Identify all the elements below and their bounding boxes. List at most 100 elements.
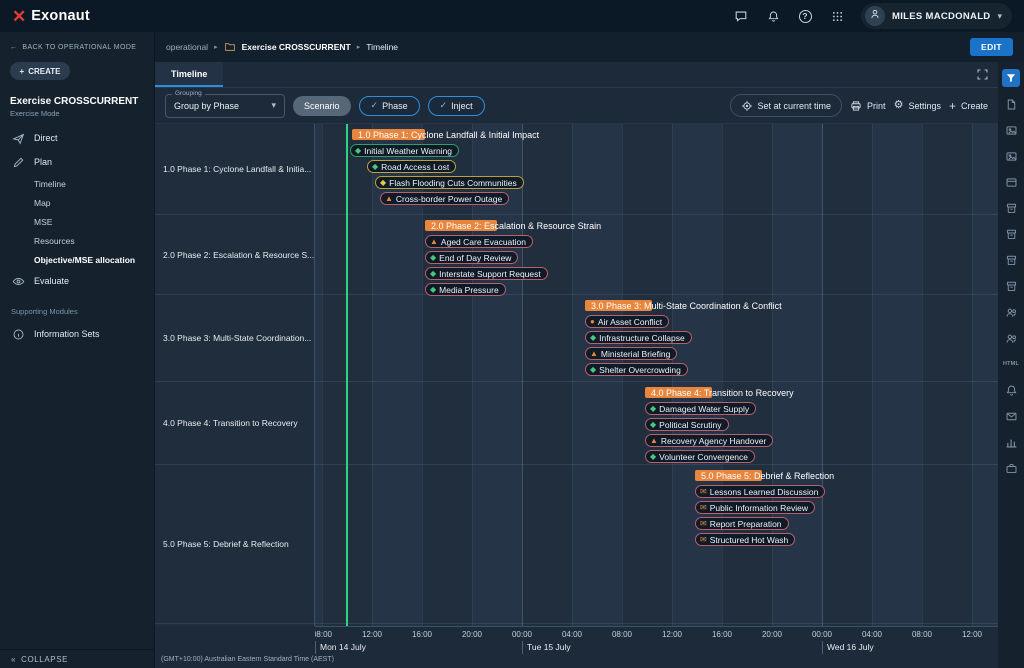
timeline-grid[interactable]: 1.0 Phase 1: Cyclone Landfall & Initial …: [315, 124, 998, 626]
inject-chip[interactable]: ▲Cross-border Power Outage: [380, 192, 509, 205]
inject-chip[interactable]: ◆Media Pressure: [425, 283, 506, 296]
axis-day: Tue 15 July: [522, 641, 822, 654]
shell: ← BACK TO OPERATIONAL MODE + CREATE Exer…: [0, 32, 1024, 668]
envelope-icon: ✉: [700, 536, 707, 544]
set-at-current-time-button[interactable]: Set at current time: [730, 94, 843, 117]
inject-chip[interactable]: ◆Interstate Support Request: [425, 267, 548, 280]
rail-bell-icon[interactable]: [1002, 381, 1020, 399]
toolbar-create-button[interactable]: + Create: [949, 100, 988, 112]
filter-chip-inject[interactable]: ✓ Inject: [428, 96, 485, 116]
chevron-down-icon: ▾: [271, 100, 276, 111]
settings-label: Settings: [908, 101, 941, 111]
inject-chip[interactable]: ▲Ministerial Briefing: [585, 347, 677, 360]
sidebar-item-label: Evaluate: [34, 276, 69, 286]
sidebar-create-button[interactable]: + CREATE: [10, 62, 70, 80]
rail-archive-icon[interactable]: [1002, 277, 1020, 295]
inject-chip[interactable]: ▲Aged Care Evacuation: [425, 235, 533, 248]
rail-card-icon[interactable]: [1002, 173, 1020, 191]
rail-html-icon[interactable]: HTML: [1002, 355, 1020, 373]
gridline: [922, 124, 923, 626]
back-link-label: BACK TO OPERATIONAL MODE: [22, 44, 136, 51]
inject-chip[interactable]: ◆Damaged Water Supply: [645, 402, 756, 415]
rail-archive-icon[interactable]: [1002, 251, 1020, 269]
collapse-sidebar-button[interactable]: « COLLAPSE: [0, 649, 154, 668]
inject-chip[interactable]: ◆Flash Flooding Cuts Communities: [375, 176, 524, 189]
breadcrumb-operational[interactable]: operational: [166, 42, 208, 52]
sidebar-item-mse[interactable]: MSE: [0, 212, 154, 231]
inject-chip[interactable]: ✉Public Information Review: [695, 501, 815, 514]
filter-chip-scenario[interactable]: Scenario: [293, 96, 351, 116]
triangle-icon: ▲: [650, 437, 658, 445]
sidebar-item-objective-mse-allocation[interactable]: Objective/MSE allocation: [0, 250, 154, 269]
breadcrumb-timeline[interactable]: Timeline: [366, 42, 398, 52]
inject-label: Volunteer Convergence: [659, 452, 748, 462]
app-logo[interactable]: ✕ Exonaut: [12, 8, 90, 25]
breadcrumb-exercise[interactable]: Exercise CROSSCURRENT: [242, 42, 351, 52]
inject-chip[interactable]: ▲Recovery Agency Handover: [645, 434, 773, 447]
edit-button[interactable]: EDIT: [970, 38, 1013, 56]
rail-users-icon[interactable]: [1002, 303, 1020, 321]
sidebar-item-evaluate[interactable]: Evaluate: [0, 269, 154, 293]
timeline-toolbar: Grouping Group by Phase ▾ Scenario ✓ Pha…: [155, 88, 998, 124]
inject-chip[interactable]: ✉Lessons Learned Discussion: [695, 485, 825, 498]
chat-icon[interactable]: [733, 8, 749, 24]
inject-chip[interactable]: ●Air Asset Conflict: [585, 315, 669, 328]
rail-image-icon[interactable]: [1002, 121, 1020, 139]
inject-chip[interactable]: ◆Political Scrutiny: [645, 418, 729, 431]
sidebar-item-timeline[interactable]: Timeline: [0, 174, 154, 193]
exercise-mode-label: Exercise Mode: [0, 109, 154, 126]
inject-label: Air Asset Conflict: [598, 317, 662, 327]
sidebar-item-information-sets[interactable]: Information Sets: [0, 322, 154, 346]
settings-button[interactable]: ⚙ Settings: [894, 100, 941, 111]
inject-label: Media Pressure: [439, 285, 499, 295]
phase-bar-label: 1.0 Phase 1: Cyclone Landfall & Initial …: [358, 130, 539, 140]
tab-timeline[interactable]: Timeline: [155, 62, 223, 87]
gridline: [772, 124, 773, 626]
rail-image-icon[interactable]: [1002, 147, 1020, 165]
notifications-bell-icon[interactable]: [765, 8, 781, 24]
sidebar-item-direct[interactable]: Direct: [0, 126, 154, 150]
back-to-operational-mode-link[interactable]: ← BACK TO OPERATIONAL MODE: [0, 32, 154, 57]
sidebar-item-plan[interactable]: Plan: [0, 150, 154, 174]
envelope-icon: ✉: [700, 520, 707, 528]
logo-text: Exonaut: [31, 8, 90, 24]
rail-archive-icon[interactable]: [1002, 199, 1020, 217]
rail-archive-icon[interactable]: [1002, 225, 1020, 243]
axis-spacer: [155, 626, 315, 641]
apps-grid-icon[interactable]: [829, 8, 845, 24]
sidebar-item-label: Direct: [34, 133, 58, 143]
sidebar-item-resources[interactable]: Resources: [0, 231, 154, 250]
rail-chart-icon[interactable]: [1002, 433, 1020, 451]
chip-label: Inject: [451, 101, 473, 111]
grouping-value: Group by Phase: [174, 101, 239, 111]
inject-chip[interactable]: ✉Report Preparation: [695, 517, 789, 530]
axis-day-label: Wed 16 July: [827, 642, 874, 652]
tab-bar: Timeline: [155, 62, 998, 88]
target-icon: [741, 100, 753, 112]
grouping-select[interactable]: Grouping Group by Phase ▾: [165, 94, 285, 118]
axis-tick-label: 16:00: [712, 630, 732, 639]
inject-chip[interactable]: ◆Infrastructure Collapse: [585, 331, 692, 344]
sidebar-item-label: Plan: [34, 157, 52, 167]
phase-group-label-text: 5.0 Phase 5: Debrief & Reflection: [163, 539, 289, 549]
inject-chip[interactable]: ◆Volunteer Convergence: [645, 450, 755, 463]
filter-chip-phase[interactable]: ✓ Phase: [359, 96, 420, 116]
rail-mail-icon[interactable]: [1002, 407, 1020, 425]
inject-chip[interactable]: ◆End of Day Review: [425, 251, 518, 264]
user-menu[interactable]: MILES MACDONALD ▾: [861, 3, 1012, 29]
timeline-row-1: 1.0 Phase 1: Cyclone Landfall & Initial …: [315, 124, 998, 215]
print-button[interactable]: Print: [850, 100, 886, 112]
axis-tick-label: 12:00: [962, 630, 982, 639]
inject-chip[interactable]: ◆Initial Weather Warning: [350, 144, 459, 157]
rail-file-icon[interactable]: [1002, 95, 1020, 113]
logo-x-icon: ✕: [12, 8, 26, 25]
sidebar-item-map[interactable]: Map: [0, 193, 154, 212]
inject-chip[interactable]: ◆Road Access Lost: [367, 160, 456, 173]
rail-users-icon[interactable]: [1002, 329, 1020, 347]
fullscreen-icon[interactable]: [976, 68, 989, 86]
inject-chip[interactable]: ◆Shelter Overcrowding: [585, 363, 688, 376]
rail-briefcase-icon[interactable]: [1002, 459, 1020, 477]
help-icon[interactable]: ?: [797, 8, 813, 24]
rail-filter-icon[interactable]: [1002, 69, 1020, 87]
inject-chip[interactable]: ✉Structured Hot Wash: [695, 533, 795, 546]
